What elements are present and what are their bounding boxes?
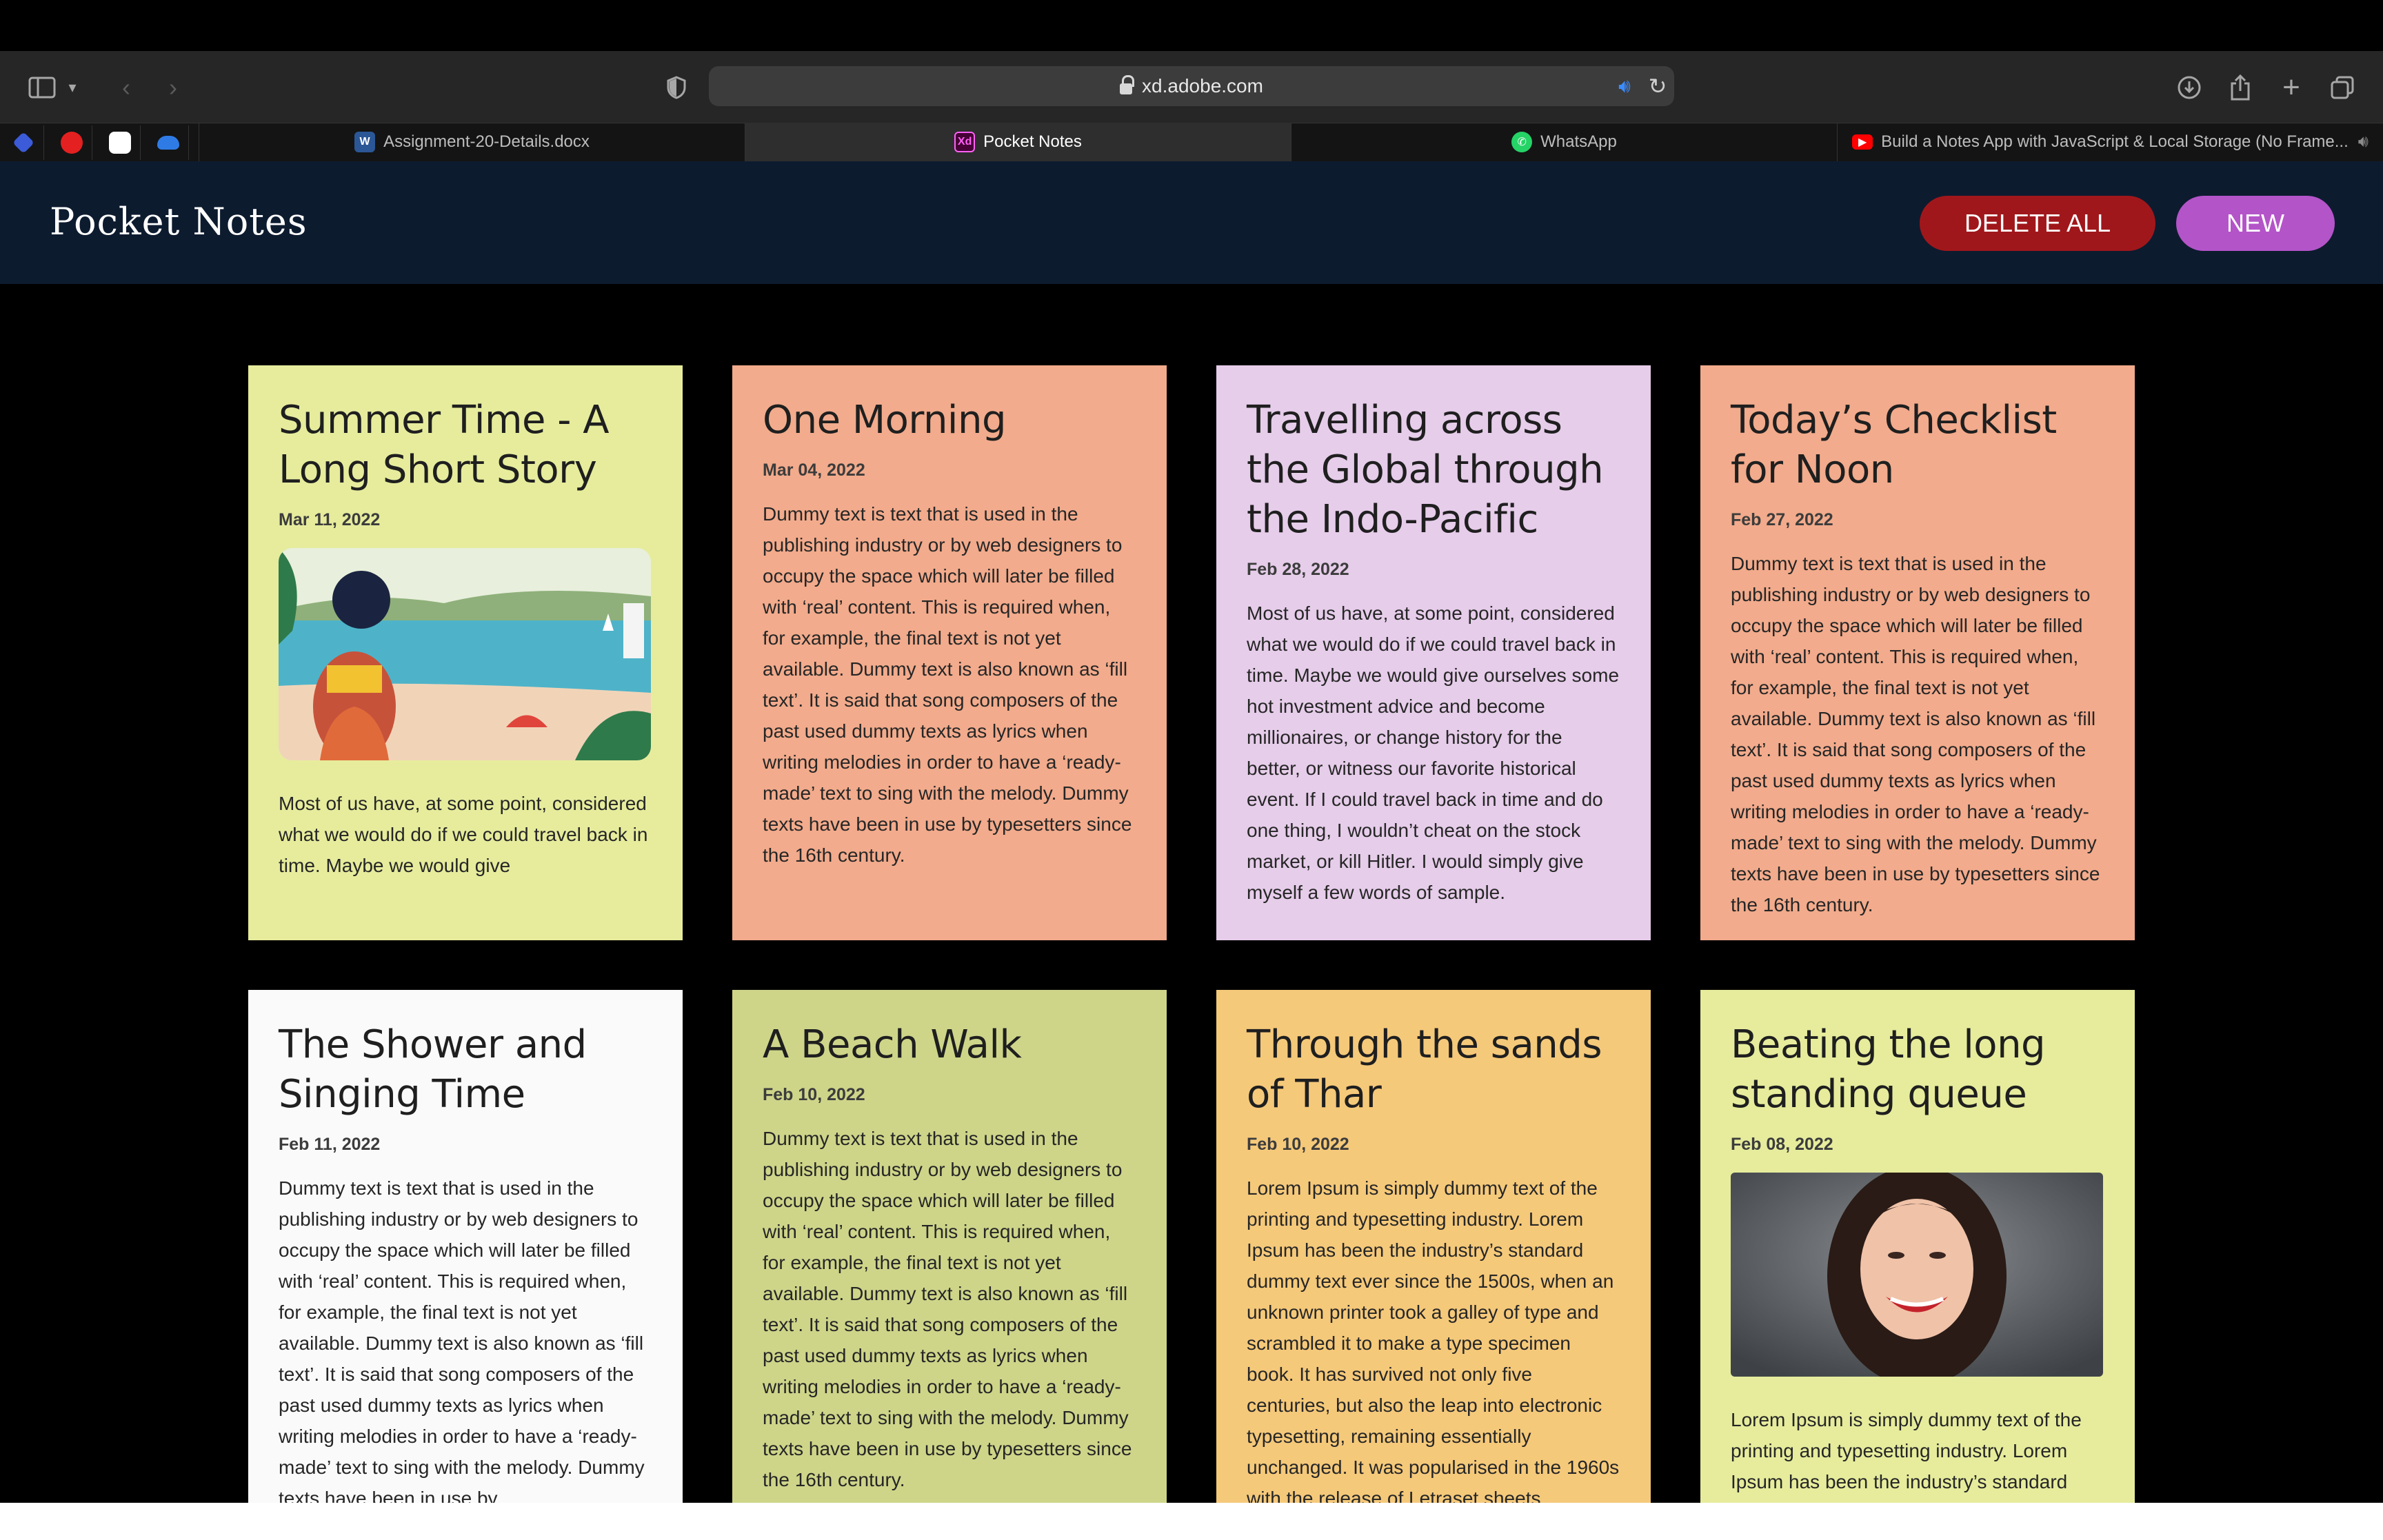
note-card[interactable]: Beating the long standing queue Feb 08, … [1700,990,2135,1503]
note-body: Dummy text is text that is used in the p… [763,1128,1132,1490]
back-arrow-icon[interactable]: ‹ [109,70,143,105]
pinned-tab-2[interactable] [51,125,92,160]
note-date: Feb 10, 2022 [763,1085,865,1104]
screen: ▾ ‹ › xd.adobe.com 🔊︎ ↻ + W Assignment-2… [0,0,2383,1503]
note-card[interactable]: One Morning Mar 04, 2022 Dummy text is t… [732,365,1167,940]
word-icon: W [354,132,376,152]
tab-label: WhatsApp [1540,132,1617,151]
youtube-icon: ▶ [1852,134,1873,150]
note-card[interactable]: Travelling across the Global through the… [1216,365,1651,940]
app-title: Pocket Notes [50,200,308,243]
adobe-xd-icon: Xd [954,132,976,152]
note-body: Most of us have, at some point, consider… [1247,602,1620,903]
note-title: Through the sands of Thar [1247,1022,1602,1117]
note-date: Feb 11, 2022 [279,1135,381,1154]
chevron-down-icon[interactable]: ▾ [62,70,83,105]
note-date: Feb 10, 2022 [1247,1135,1349,1154]
github-icon [108,132,131,154]
note-date: Feb 27, 2022 [1731,510,1833,529]
tab-overview-icon[interactable] [2325,70,2360,105]
shield-icon[interactable] [659,70,694,105]
whatsapp-icon: ✆ [1511,132,1533,152]
url-text: xd.adobe.com [1142,75,1263,97]
note-card[interactable]: A Beach Walk Feb 10, 2022 Dummy text is … [732,990,1167,1503]
note-title: The Shower and Singing Time [279,1022,587,1117]
pinned-tab-github[interactable] [99,125,141,160]
forward-arrow-icon[interactable]: › [156,70,190,105]
tab-label: Build a Notes App with JavaScript & Loca… [1881,132,2349,151]
lock-icon [1120,75,1135,94]
note-body: Most of us have, at some point, consider… [279,793,648,876]
app-icon [12,132,34,154]
beach-illustration-image [279,548,651,760]
pinned-tab-onedrive[interactable] [148,125,189,160]
note-title: Today’s Checklist for Noon [1731,398,2057,492]
note-body: Lorem Ipsum is simply dummy text of the … [1731,1409,2082,1503]
pinned-tab-1[interactable] [3,125,44,160]
reload-icon[interactable]: ↻ [1644,69,1671,103]
note-title: A Beach Walk [763,1022,1022,1067]
delete-all-button[interactable]: DELETE ALL [1920,196,2155,251]
download-icon[interactable] [2172,70,2206,105]
share-icon[interactable] [2223,70,2258,105]
note-title: Summer Time - A Long Short Story [279,398,610,492]
new-tab-icon[interactable]: + [2274,70,2309,105]
address-bar[interactable]: xd.adobe.com [709,66,1674,106]
note-card[interactable]: Summer Time - A Long Short Story Mar 11,… [248,365,683,940]
menu-bar [0,0,2383,51]
note-title: One Morning [763,398,1007,443]
tab-youtube[interactable]: ▶ Build a Notes App with JavaScript & Lo… [1837,123,2383,161]
tab-label: Assignment-20-Details.docx [383,132,590,151]
cloud-icon [157,136,179,150]
note-card[interactable]: Today’s Checklist for Noon Feb 27, 2022 … [1700,365,2135,940]
sidebar-icon[interactable] [25,70,59,105]
note-date: Feb 08, 2022 [1731,1135,1833,1154]
speaker-icon[interactable]: 🔊︎ [1611,69,1638,103]
woman-portrait-image [1731,1173,2103,1377]
note-title: Travelling across the Global through the… [1247,398,1604,542]
note-body: Dummy text is text that is used in the p… [279,1177,645,1503]
note-body: Lorem Ipsum is simply dummy text of the … [1247,1177,1620,1503]
tab-assignment[interactable]: W Assignment-20-Details.docx [199,123,745,161]
tab-pocket-notes[interactable]: Xd Pocket Notes [745,123,1291,161]
tab-label: Pocket Notes [983,132,1082,151]
note-title: Beating the long standing queue [1731,1022,2046,1117]
app-icon [60,132,83,154]
note-card[interactable]: The Shower and Singing Time Feb 11, 2022… [248,990,683,1503]
speaker-icon[interactable]: 🔊︎ [2358,132,2369,152]
note-date: Feb 28, 2022 [1247,560,1349,579]
note-body: Dummy text is text that is used in the p… [1731,553,2100,915]
tab-whatsapp[interactable]: ✆ WhatsApp [1291,123,1837,161]
note-card[interactable]: Through the sands of Thar Feb 10, 2022 L… [1216,990,1651,1503]
note-date: Mar 11, 2022 [279,510,381,529]
note-body: Dummy text is text that is used in the p… [763,503,1132,866]
new-note-button[interactable]: NEW [2176,196,2335,251]
note-date: Mar 04, 2022 [763,460,865,480]
